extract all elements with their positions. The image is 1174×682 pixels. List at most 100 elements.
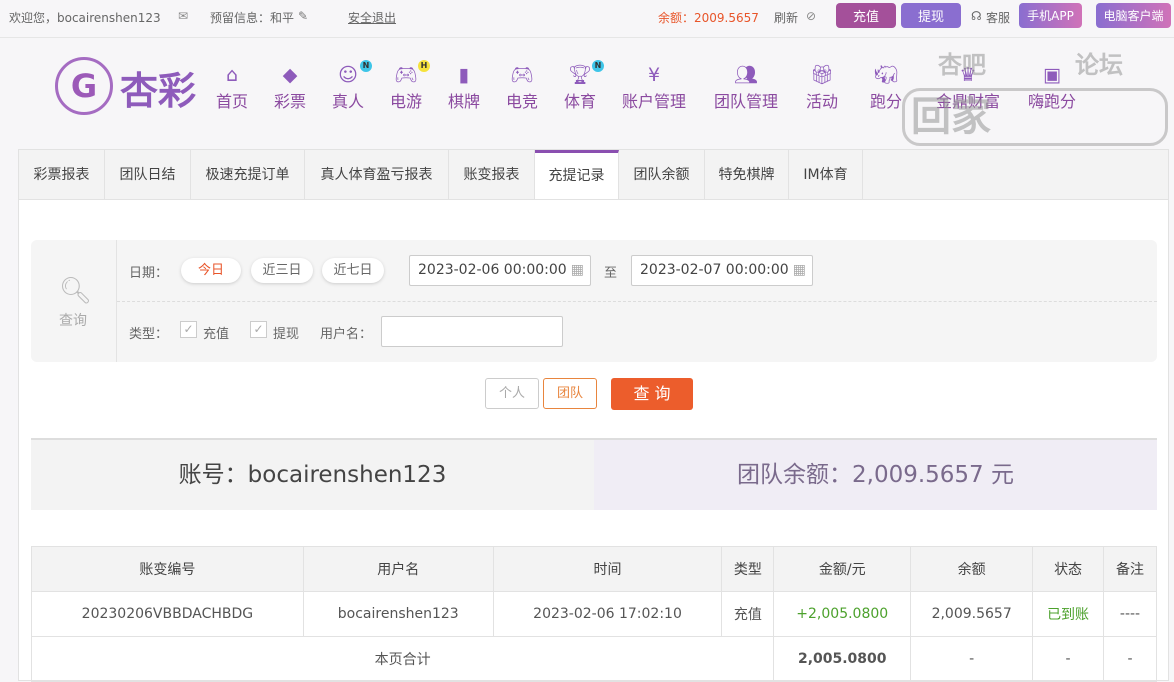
nav-item-4[interactable]: ▮ 棋牌 <box>448 62 480 112</box>
gamepad-icon: 🎮︎ <box>509 64 535 86</box>
column-header: 状态 <box>1032 546 1105 592</box>
nav-label: 棋牌 <box>448 92 481 111</box>
service-link[interactable]: 客服 <box>986 9 1010 26</box>
nav-item-12[interactable]: ▣ 嗨跑分 <box>1028 62 1076 112</box>
team-button[interactable]: 团队 <box>543 378 597 409</box>
tab-1[interactable]: 团队日结 <box>105 150 191 200</box>
username-input[interactable] <box>381 316 563 347</box>
nav-label: 电游 <box>390 92 423 111</box>
three-days-button[interactable]: 近三日 <box>251 258 313 283</box>
total-amount: 2,005.0800 <box>773 636 912 682</box>
tab-6[interactable]: 团队余额 <box>619 150 705 200</box>
table-cell: bocairenshen123 <box>302 591 494 637</box>
nav-item-1[interactable]: ◆ 彩票 <box>274 62 306 112</box>
today-button[interactable]: 今日 <box>181 258 241 283</box>
start-date-input[interactable]: 2023-02-06 00:00:00 ▦ <box>409 255 591 286</box>
total-note: - <box>1103 636 1157 682</box>
team-icon: 👥︎ <box>733 64 759 86</box>
table-cell: 充值 <box>721 591 775 637</box>
nav-label: 首页 <box>216 92 249 111</box>
nav-item-6[interactable]: 🏆︎ 体育 N <box>564 60 605 112</box>
rhino-icon: 🦏︎ <box>873 64 899 86</box>
tab-0[interactable]: 彩票报表 <box>19 150 105 200</box>
yen-icon: ¥ <box>647 64 661 86</box>
column-header: 账变编号 <box>31 546 304 592</box>
refresh-link[interactable]: 刷新 <box>774 9 798 26</box>
table-cell: +2,005.0800 <box>773 591 912 637</box>
nav-item-3[interactable]: 🎮︎ 电游 H <box>390 60 431 112</box>
nav-label: 嗨跑分 <box>1028 92 1077 111</box>
tab-3[interactable]: 真人体育盈亏报表 <box>305 150 449 200</box>
logo-emblem[interactable]: G <box>55 57 113 115</box>
table-cell: 2023-02-06 17:02:10 <box>492 591 723 637</box>
nav-badge: N <box>592 60 605 72</box>
pc-client-button[interactable]: 电脑客户端 <box>1096 3 1171 28</box>
column-header: 用户名 <box>302 546 494 592</box>
deposit-checkbox-label: 充值 <box>203 327 230 342</box>
type-label: 类型： <box>129 327 169 342</box>
query-submit-button[interactable]: 查 询 <box>611 378 693 410</box>
nav-badge: N <box>360 60 373 72</box>
seven-days-button[interactable]: 近七日 <box>322 258 384 283</box>
top-bar: 欢迎您，bocairenshen123 ✉ 预留信息：和平 ✎ 安全退出 余额：… <box>0 0 1174 38</box>
username-label: 用户名： <box>320 327 373 342</box>
nav-label: 体育 <box>564 92 597 111</box>
table-cell: 2,009.5657 <box>910 591 1034 637</box>
withdraw-checkbox-label: 提现 <box>273 327 300 342</box>
end-date-input[interactable]: 2023-02-07 00:00:00 ▦ <box>631 255 813 286</box>
table-cell: 已到账 <box>1032 591 1105 637</box>
withdraw-button[interactable]: 提现 <box>901 3 961 28</box>
nav-item-10[interactable]: 🦏︎ 跑分 <box>870 62 902 112</box>
eye-hidden-icon[interactable]: ⊘ <box>806 9 816 23</box>
tab-5[interactable]: 充提记录 <box>535 150 619 201</box>
welcome-text: 欢迎您，bocairenshen123 <box>9 11 161 25</box>
report-tabs: 彩票报表 团队日结 极速充提订单 真人体育盈亏报表 账变报表 充提记录 团队余额 特免棋牌 IM… <box>18 149 1169 201</box>
personal-button[interactable]: 个人 <box>485 378 539 409</box>
calendar-icon[interactable]: ▦ <box>571 256 584 285</box>
nav-item-9[interactable]: 🎁︎ 活动 <box>806 62 838 112</box>
gift-icon: 🎁︎ <box>809 64 835 86</box>
chair-icon: ♛ <box>959 64 977 86</box>
column-header: 余额 <box>910 546 1034 592</box>
tab-4[interactable]: 账变报表 <box>449 150 535 200</box>
nav-item-7[interactable]: ¥ 账户管理 <box>622 62 686 112</box>
nav-label: 团队管理 <box>714 92 779 111</box>
mobile-app-button[interactable]: 手机APP <box>1019 3 1082 28</box>
edit-icon[interactable]: ✎ <box>298 9 308 23</box>
nav-item-8[interactable]: 👥︎ 团队管理 <box>714 62 778 112</box>
reserved-info: 预留信息：和平 <box>210 11 295 25</box>
column-header: 备注 <box>1103 546 1157 592</box>
tab-8[interactable]: IM体育 <box>789 150 863 200</box>
deposit-button[interactable]: 充值 <box>836 3 896 28</box>
nav-item-5[interactable]: 🎮︎ 电竞 <box>506 62 538 112</box>
nav-label: 真人 <box>332 92 365 111</box>
logo-text[interactable]: 杏彩 <box>120 60 196 115</box>
nav-item-11[interactable]: ♛ 金鼎财富 <box>936 62 1000 112</box>
nav-label: 活动 <box>806 92 839 111</box>
withdraw-checkbox[interactable]: ✓ <box>250 321 267 338</box>
calendar-icon[interactable]: ▦ <box>793 256 806 285</box>
headset-icon: ☊ <box>971 9 982 23</box>
tab-2[interactable]: 极速充提订单 <box>191 150 305 200</box>
column-header: 时间 <box>492 546 723 592</box>
mail-icon[interactable]: ✉ <box>178 9 188 23</box>
nav-item-0[interactable]: ⌂ 首页 <box>216 62 248 112</box>
date-label: 日期： <box>129 266 169 281</box>
total-label: 本页合计 <box>30 636 775 682</box>
nav-label: 金鼎财富 <box>936 92 1001 111</box>
hi-icon: ▣ <box>1043 64 1061 86</box>
query-icon-label: 查询 <box>59 313 87 329</box>
table-cell: 20230206VBBDACHBDG <box>31 591 304 637</box>
logout-link[interactable]: 安全退出 <box>348 9 396 26</box>
column-header: 金额/元 <box>773 546 912 592</box>
nav-badge: H <box>418 60 431 72</box>
nav-label: 跑分 <box>870 92 903 111</box>
tab-7[interactable]: 特免棋牌 <box>705 150 789 200</box>
search-icon: 🔍︎ <box>59 276 93 306</box>
nav-label: 账户管理 <box>622 92 687 111</box>
deposit-checkbox[interactable]: ✓ <box>180 321 197 338</box>
total-row: 本页合计 2,005.0800 - - - <box>30 636 1157 682</box>
team-balance-summary: 团队余额：2,009.5657 元 <box>594 438 1157 510</box>
total-status: - <box>1032 636 1105 682</box>
nav-item-2[interactable]: ☺ 真人 N <box>332 60 373 112</box>
